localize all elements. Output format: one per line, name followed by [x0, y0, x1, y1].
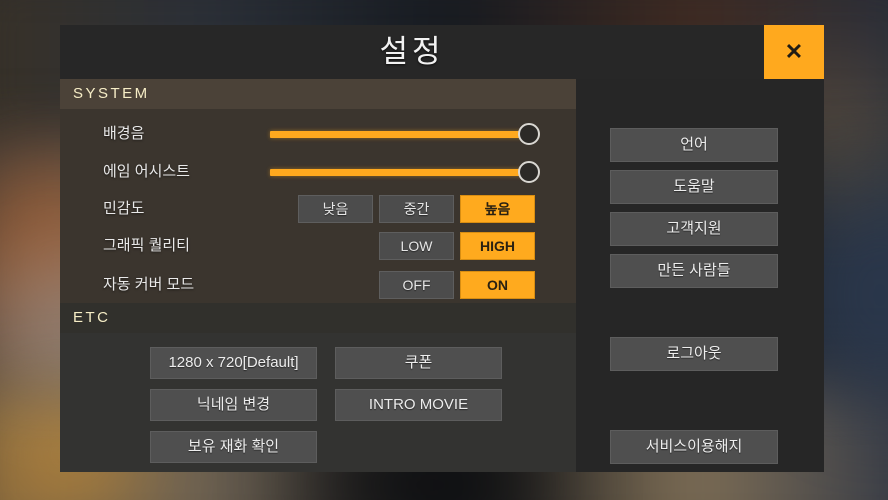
side-button-help[interactable]: 도움말 — [610, 170, 778, 204]
option-sensitivity-low[interactable]: 낮음 — [298, 195, 373, 223]
close-icon[interactable]: ✕ — [764, 25, 824, 79]
setting-label-aim-assist: 에임 어시스트 — [103, 163, 190, 180]
dialog-body: SYSTEM 배경음 에임 어시스트 민감도 낮음 중간 높음 그래픽 퀄리티 … — [60, 79, 824, 472]
side-button-credits[interactable]: 만든 사람들 — [610, 254, 778, 288]
setting-row-bgm: 배경음 — [60, 115, 576, 153]
slider-aim-assist[interactable] — [270, 153, 540, 191]
etc-button-check-currency[interactable]: 보유 재화 확인 — [150, 431, 317, 463]
dialog-titlebar: 설정 ✕ — [60, 25, 824, 79]
etc-button-coupon[interactable]: 쿠폰 — [335, 347, 502, 379]
etc-button-resolution[interactable]: 1280 x 720[Default] — [150, 347, 317, 379]
side-button-language[interactable]: 언어 — [610, 128, 778, 162]
setting-label-sensitivity: 민감도 — [103, 200, 145, 217]
option-sensitivity-high[interactable]: 높음 — [460, 195, 535, 223]
slider-fill — [270, 169, 529, 176]
settings-left-column: SYSTEM 배경음 에임 어시스트 민감도 낮음 중간 높음 그래픽 퀄리티 … — [60, 79, 576, 472]
option-group-auto-cover-mode: OFF ON — [379, 271, 535, 299]
side-button-logout[interactable]: 로그아웃 — [610, 337, 778, 371]
settings-right-column: 언어 도움말 고객지원 만든 사람들 로그아웃 서비스이용해지 — [576, 79, 824, 472]
option-sensitivity-medium[interactable]: 중간 — [379, 195, 454, 223]
setting-label-graphics-quality: 그래픽 퀄리티 — [103, 237, 190, 254]
setting-row-sensitivity: 민감도 낮음 중간 높음 — [60, 190, 576, 228]
side-button-cancel-service[interactable]: 서비스이용해지 — [610, 430, 778, 464]
settings-dialog: 설정 ✕ SYSTEM 배경음 에임 어시스트 민감도 낮음 중간 높음 그래픽… — [60, 25, 824, 472]
option-graphics-high[interactable]: HIGH — [460, 232, 535, 260]
setting-row-graphics-quality: 그래픽 퀄리티 LOW HIGH — [60, 227, 576, 265]
page-title: 설정 — [379, 34, 445, 69]
slider-fill — [270, 131, 529, 138]
setting-label-auto-cover-mode: 자동 커버 모드 — [103, 276, 195, 293]
side-button-customer-support[interactable]: 고객지원 — [610, 212, 778, 246]
system-section-header: SYSTEM — [60, 79, 576, 109]
option-graphics-low[interactable]: LOW — [379, 232, 454, 260]
option-auto-cover-off[interactable]: OFF — [379, 271, 454, 299]
option-group-graphics-quality: LOW HIGH — [379, 232, 535, 260]
setting-row-auto-cover-mode: 자동 커버 모드 OFF ON — [60, 266, 576, 304]
setting-label-bgm: 배경음 — [103, 125, 145, 142]
setting-row-aim-assist: 에임 어시스트 — [60, 153, 576, 191]
option-auto-cover-on[interactable]: ON — [460, 271, 535, 299]
slider-bgm[interactable] — [270, 115, 540, 153]
etc-button-intro-movie[interactable]: INTRO MOVIE — [335, 389, 502, 421]
option-group-sensitivity: 낮음 중간 높음 — [298, 195, 535, 223]
etc-section-header: ETC — [60, 303, 576, 333]
system-rows: 배경음 에임 어시스트 민감도 낮음 중간 높음 그래픽 퀄리티 LOW HIG… — [60, 109, 576, 303]
etc-buttons: 1280 x 720[Default] 쿠폰 닉네임 변경 INTRO MOVI… — [60, 333, 576, 472]
etc-button-change-nickname[interactable]: 닉네임 변경 — [150, 389, 317, 421]
slider-knob[interactable] — [518, 123, 540, 145]
slider-knob[interactable] — [518, 161, 540, 183]
